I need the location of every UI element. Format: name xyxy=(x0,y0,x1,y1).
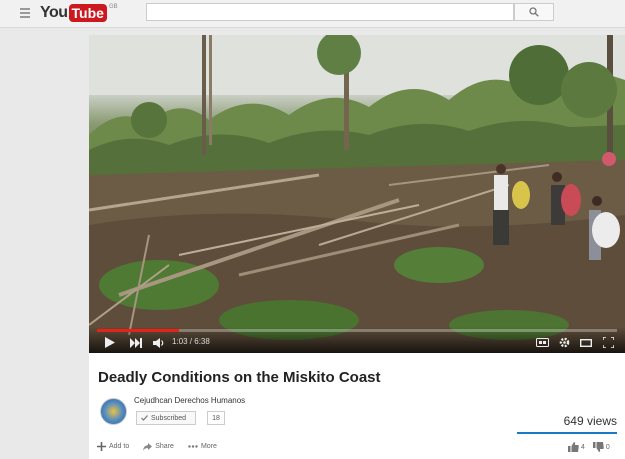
view-count: 649 views xyxy=(563,414,617,428)
time-display: 1:03 / 6:38 xyxy=(172,337,210,346)
search-button[interactable] xyxy=(514,3,554,21)
search-input[interactable] xyxy=(146,3,514,21)
subscribe-label: Subscribed xyxy=(151,414,187,422)
more-button[interactable]: More xyxy=(188,442,217,451)
video-frame xyxy=(89,35,625,353)
like-dislike-group: 4 0 xyxy=(568,442,610,452)
captions-button[interactable] xyxy=(534,336,550,349)
video-title: Deadly Conditions on the Miskito Coast xyxy=(98,369,381,386)
next-icon xyxy=(130,337,142,348)
player-controls: 1:03 / 6:38 xyxy=(89,327,625,353)
captions-icon xyxy=(535,338,549,347)
share-label: Share xyxy=(155,443,174,450)
gear-icon xyxy=(559,337,569,348)
fullscreen-button[interactable] xyxy=(600,336,616,349)
fullscreen-icon xyxy=(602,337,614,348)
theater-icon xyxy=(580,338,592,347)
channel-name[interactable]: Cejudhcan Derechos Humanos xyxy=(134,396,245,405)
theater-mode-button[interactable] xyxy=(578,336,594,349)
volume-icon xyxy=(153,337,164,348)
subscriber-count: 18 xyxy=(207,411,225,425)
share-icon xyxy=(143,442,153,451)
subscribe-button[interactable]: Subscribed xyxy=(136,411,196,425)
dislike-button[interactable]: 0 xyxy=(592,442,610,452)
guide-menu-icon[interactable] xyxy=(20,8,30,18)
logo-country-code: GB xyxy=(108,4,118,10)
progress-bar[interactable] xyxy=(97,329,617,332)
masthead: You Tube GB xyxy=(0,0,625,28)
settings-button[interactable] xyxy=(556,336,572,349)
thumbs-up-icon xyxy=(568,442,579,452)
add-to-button[interactable]: Add to xyxy=(97,442,129,451)
like-count: 4 xyxy=(581,443,585,451)
play-button[interactable] xyxy=(103,336,117,349)
dislike-count: 0 xyxy=(605,443,610,451)
like-button[interactable]: 4 xyxy=(568,442,585,452)
play-icon xyxy=(105,337,115,348)
logo-tube-text: Tube xyxy=(68,4,107,22)
next-button[interactable] xyxy=(129,336,143,349)
share-button[interactable]: Share xyxy=(143,442,174,451)
youtube-logo[interactable]: You Tube GB xyxy=(40,3,118,23)
channel-avatar[interactable] xyxy=(100,398,127,425)
plus-icon xyxy=(97,442,106,451)
more-label: More xyxy=(200,443,217,450)
logo-you-text: You xyxy=(40,4,68,21)
more-dots-icon xyxy=(188,445,198,448)
progress-fill xyxy=(97,329,180,332)
search-icon xyxy=(529,7,539,17)
volume-button[interactable] xyxy=(152,336,166,349)
checkmark-icon xyxy=(141,415,148,421)
thumbs-down-icon xyxy=(592,442,604,452)
sentiment-bar xyxy=(517,432,617,434)
video-player[interactable]: 1:03 / 6:38 xyxy=(89,35,625,353)
add-to-label: Add to xyxy=(109,443,130,450)
action-bar: Add to Share More xyxy=(97,442,217,451)
